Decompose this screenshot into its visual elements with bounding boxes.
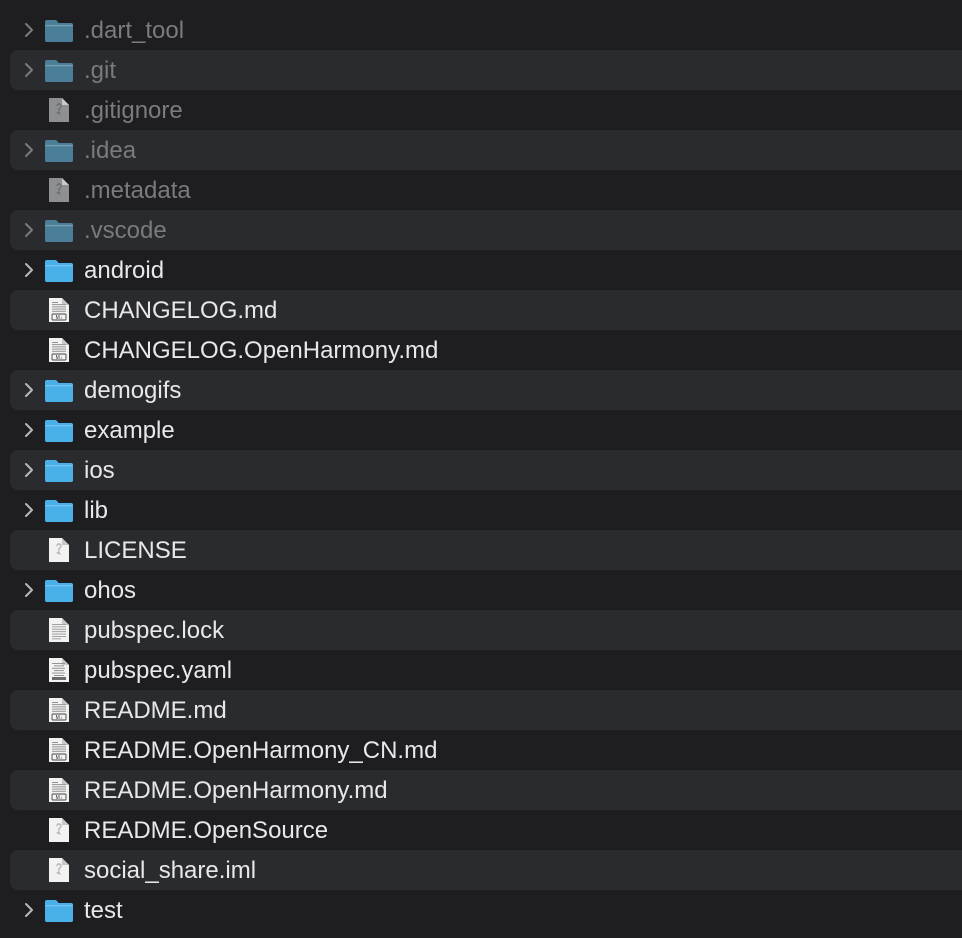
generic-file-icon <box>44 537 74 563</box>
file-name: README.OpenHarmony.md <box>84 777 388 804</box>
file-row[interactable]: social_share.iml <box>10 850 962 890</box>
file-name: README.md <box>84 697 227 724</box>
generic-file-icon <box>44 97 74 123</box>
markdown-file-icon: M↓ <box>44 297 74 323</box>
text-file-icon <box>44 617 74 643</box>
file-row[interactable]: ohos <box>0 570 962 610</box>
markdown-file-icon: M↓ <box>44 777 74 803</box>
file-list: .dart_tool .git .gitignore .idea .metadata .v… <box>0 10 962 930</box>
file-name: android <box>84 257 165 284</box>
file-row[interactable]: .idea <box>10 130 962 170</box>
file-name: .gitignore <box>84 97 183 124</box>
folder-icon <box>44 17 74 43</box>
file-row[interactable]: .git <box>10 50 962 90</box>
folder-icon <box>44 257 74 283</box>
file-row[interactable]: README.OpenSource <box>0 810 962 850</box>
disclosure-chevron-icon[interactable] <box>22 382 36 398</box>
disclosure-chevron-icon[interactable] <box>22 62 36 78</box>
file-row[interactable]: .gitignore <box>0 90 962 130</box>
file-row[interactable]: pubspec.yaml <box>0 650 962 690</box>
file-name: demogifs <box>84 377 182 404</box>
file-row[interactable]: .metadata <box>0 170 962 210</box>
generic-file-icon <box>44 817 74 843</box>
file-row[interactable]: pubspec.lock <box>10 610 962 650</box>
file-name: social_share.iml <box>84 857 257 884</box>
disclosure-chevron-icon[interactable] <box>22 22 36 38</box>
disclosure-chevron-icon[interactable] <box>22 582 36 598</box>
file-name: .git <box>84 57 117 84</box>
file-row[interactable]: demogifs <box>10 370 962 410</box>
file-name: CHANGELOG.md <box>84 297 278 324</box>
svg-text:M↓: M↓ <box>56 355 63 361</box>
folder-icon <box>44 577 74 603</box>
svg-text:M↓: M↓ <box>56 715 63 721</box>
folder-icon <box>44 377 74 403</box>
markdown-file-icon: M↓ <box>44 737 74 763</box>
disclosure-chevron-icon[interactable] <box>22 422 36 438</box>
folder-icon <box>44 57 74 83</box>
generic-file-icon <box>44 177 74 203</box>
disclosure-chevron-icon[interactable] <box>22 502 36 518</box>
file-name: CHANGELOG.OpenHarmony.md <box>84 337 439 364</box>
file-name: .idea <box>84 137 137 164</box>
file-row[interactable]: android <box>0 250 962 290</box>
file-name: README.OpenHarmony_CN.md <box>84 737 438 764</box>
file-name: ios <box>84 457 115 484</box>
file-name: pubspec.yaml <box>84 657 233 684</box>
svg-text:M↓: M↓ <box>56 755 63 761</box>
file-row[interactable]: LICENSE <box>10 530 962 570</box>
file-name: .dart_tool <box>84 17 185 44</box>
folder-icon <box>44 457 74 483</box>
file-name: LICENSE <box>84 537 187 564</box>
file-name: README.OpenSource <box>84 817 329 844</box>
file-name: test <box>84 897 123 924</box>
markdown-file-icon: M↓ <box>44 697 74 723</box>
file-row[interactable]: .vscode <box>10 210 962 250</box>
disclosure-chevron-icon[interactable] <box>22 142 36 158</box>
file-name: ohos <box>84 577 137 604</box>
file-row[interactable]: lib <box>0 490 962 530</box>
markdown-file-icon: M↓ <box>44 337 74 363</box>
svg-text:M↓: M↓ <box>56 795 63 801</box>
svg-text:M↓: M↓ <box>56 315 63 321</box>
generic-file-icon <box>44 857 74 883</box>
yaml-file-icon <box>44 657 74 683</box>
folder-icon <box>44 217 74 243</box>
file-row[interactable]: M↓ CHANGELOG.md <box>10 290 962 330</box>
file-name: lib <box>84 497 109 524</box>
file-name: example <box>84 417 175 444</box>
file-name: pubspec.lock <box>84 617 225 644</box>
file-name: .metadata <box>84 177 191 204</box>
file-row[interactable]: M↓ README.md <box>10 690 962 730</box>
disclosure-chevron-icon[interactable] <box>22 262 36 278</box>
file-row[interactable]: test <box>0 890 962 930</box>
disclosure-chevron-icon[interactable] <box>22 902 36 918</box>
disclosure-chevron-icon[interactable] <box>22 462 36 478</box>
file-row[interactable]: M↓ README.OpenHarmony_CN.md <box>0 730 962 770</box>
folder-icon <box>44 897 74 923</box>
file-name: .vscode <box>84 217 167 244</box>
file-row[interactable]: .dart_tool <box>0 10 962 50</box>
folder-icon <box>44 417 74 443</box>
file-row[interactable]: M↓ CHANGELOG.OpenHarmony.md <box>0 330 962 370</box>
file-row[interactable]: example <box>0 410 962 450</box>
file-row[interactable]: M↓ README.OpenHarmony.md <box>10 770 962 810</box>
folder-icon <box>44 137 74 163</box>
disclosure-chevron-icon[interactable] <box>22 222 36 238</box>
folder-icon <box>44 497 74 523</box>
file-row[interactable]: ios <box>10 450 962 490</box>
